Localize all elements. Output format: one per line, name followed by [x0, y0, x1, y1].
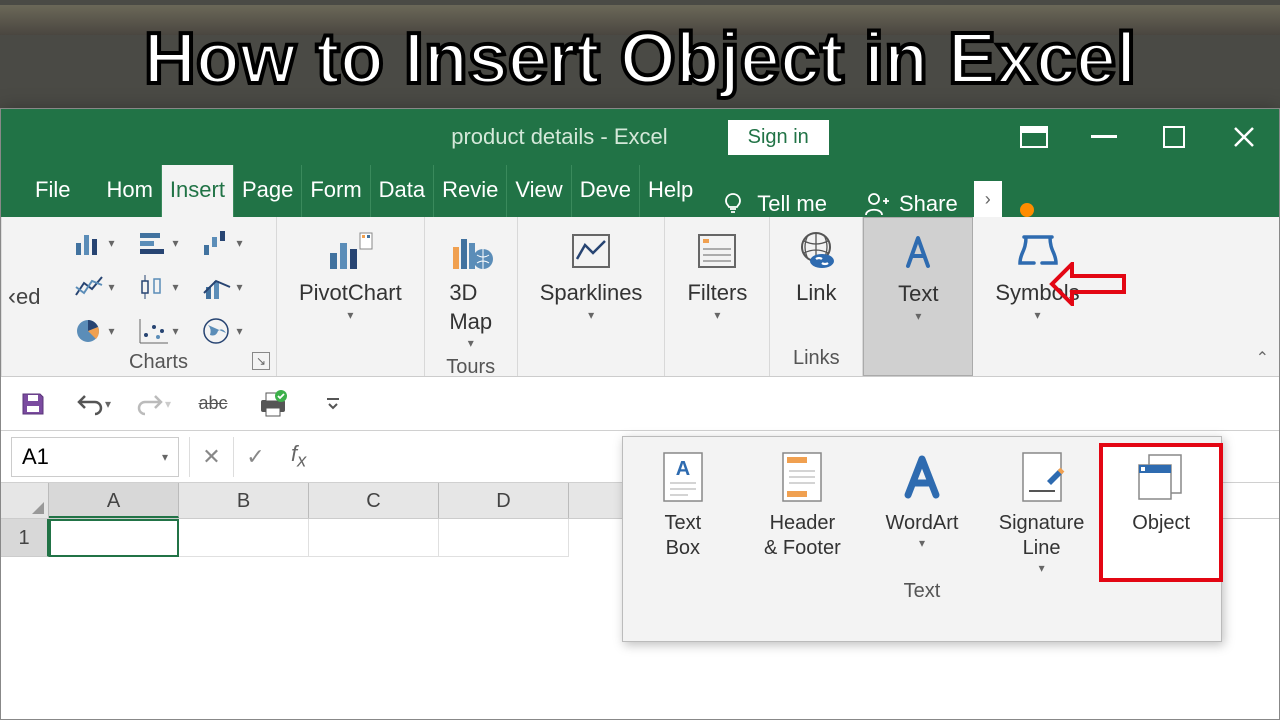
select-all-corner[interactable]: [1, 483, 49, 518]
object-button[interactable]: Object: [1101, 445, 1221, 580]
collapse-ribbon-button[interactable]: ⌃: [1256, 348, 1269, 368]
ribbon-tabs: File Hom Insert Page Form Data Revie Vie…: [1, 165, 1279, 217]
tab-home[interactable]: Hom: [98, 165, 161, 217]
text-dropdown-flyout: A Text Box Header & Footer WordArt ▾ Sig…: [622, 436, 1222, 642]
document-title: product details - Excel: [451, 124, 667, 150]
stat-chart-button[interactable]: ▾: [131, 267, 187, 307]
cell-B1[interactable]: [179, 519, 309, 557]
signature-line-button[interactable]: Signature Line ▾: [982, 445, 1102, 580]
maximize-button[interactable]: [1139, 109, 1209, 165]
redo-button[interactable]: ▾: [135, 386, 171, 422]
group-tours: 3D Map ▾ Tours: [425, 217, 518, 376]
undo-button[interactable]: ▾: [75, 386, 111, 422]
3d-map-button[interactable]: 3D Map ▾: [435, 223, 507, 356]
group-links: Link Links: [770, 217, 863, 376]
tab-insert[interactable]: Insert: [162, 165, 234, 217]
name-box[interactable]: A1 ▾: [11, 437, 179, 477]
close-button[interactable]: [1209, 109, 1279, 165]
quick-print-button[interactable]: [255, 386, 291, 422]
scatter-chart-button[interactable]: ▾: [131, 311, 187, 351]
tab-view[interactable]: View: [507, 165, 571, 217]
combo-chart-button[interactable]: ▾: [195, 267, 251, 307]
group-pivotchart: PivotChart ▾: [277, 217, 425, 376]
header-footer-button[interactable]: Header & Footer: [743, 445, 863, 580]
filters-button[interactable]: Filters ▾: [675, 223, 759, 327]
tab-review[interactable]: Revie: [434, 165, 507, 217]
text-group-label: Text: [623, 580, 1221, 609]
text-box-button[interactable]: A Text Box: [623, 445, 743, 580]
column-header-B[interactable]: B: [179, 483, 309, 518]
column-header-C[interactable]: C: [309, 483, 439, 518]
svg-text:A: A: [676, 458, 690, 480]
customize-qat-button[interactable]: [315, 386, 351, 422]
tab-data[interactable]: Data: [371, 165, 434, 217]
map-chart-button[interactable]: ▾: [195, 311, 251, 351]
cell-C1[interactable]: [309, 519, 439, 557]
pie-chart-button[interactable]: ▾: [67, 311, 123, 351]
enter-formula-button[interactable]: ✓: [233, 437, 277, 477]
group-charts-label: Charts: [129, 351, 188, 378]
ribbon-display-options-icon[interactable]: [999, 109, 1069, 165]
share-person-icon: [863, 191, 889, 217]
group-charts: ▾ ▾ ▾ ▾ ▾ ▾ ▾ ▾ ▾ Charts ↘: [41, 217, 277, 376]
save-button[interactable]: [15, 386, 51, 422]
spelling-button[interactable]: abc: [195, 386, 231, 422]
quick-access-toolbar: ▾ ▾ abc: [1, 377, 1279, 431]
sparklines-button[interactable]: Sparklines ▾: [528, 223, 655, 327]
tab-help[interactable]: Help: [640, 165, 701, 217]
cell-A1[interactable]: [49, 519, 179, 557]
column-chart-button[interactable]: ▾: [67, 223, 123, 263]
sign-in-button[interactable]: Sign in: [728, 120, 829, 155]
ribbon-scroll-left[interactable]: ‹ed: [1, 217, 41, 376]
tutorial-title: How to Insert Object in Excel: [0, 18, 1280, 100]
ribbon-overflow-button[interactable]: ›: [974, 181, 1002, 217]
column-header-A[interactable]: A: [49, 483, 179, 518]
bar-chart-button[interactable]: ▾: [131, 223, 187, 263]
link-button[interactable]: Link: [780, 223, 852, 312]
lightbulb-icon: [721, 192, 745, 216]
cell-D1[interactable]: [439, 519, 569, 557]
group-filters: Filters ▾: [665, 217, 770, 376]
share-button[interactable]: Share: [847, 191, 974, 217]
annotation-arrow-icon: [1048, 262, 1128, 306]
tab-file[interactable]: File: [13, 165, 98, 217]
tab-page-layout[interactable]: Page: [234, 165, 302, 217]
notification-dot-icon: [1020, 203, 1034, 217]
tell-me-search[interactable]: Tell me: [701, 191, 847, 217]
charts-dialog-launcher[interactable]: ↘: [252, 352, 270, 370]
group-tours-label: Tours: [446, 356, 495, 383]
tab-formulas[interactable]: Form: [302, 165, 370, 217]
cancel-formula-button[interactable]: ✕: [189, 437, 233, 477]
text-dropdown-button[interactable]: Text ▾: [863, 217, 973, 376]
name-box-dropdown-icon[interactable]: ▾: [162, 450, 168, 464]
group-links-label: Links: [793, 347, 840, 374]
wordart-button[interactable]: WordArt ▾: [862, 445, 982, 580]
tab-developer[interactable]: Deve: [572, 165, 640, 217]
column-header-D[interactable]: D: [439, 483, 569, 518]
row-header-1[interactable]: 1: [1, 519, 49, 557]
line-chart-button[interactable]: ▾: [67, 267, 123, 307]
waterfall-chart-button[interactable]: ▾: [195, 223, 251, 263]
pivotchart-button[interactable]: PivotChart ▾: [287, 223, 414, 327]
group-sparklines: Sparklines ▾: [518, 217, 666, 376]
minimize-button[interactable]: [1069, 109, 1139, 165]
insert-function-button[interactable]: fx: [277, 441, 306, 471]
title-bar: product details - Excel Sign in: [1, 109, 1279, 165]
